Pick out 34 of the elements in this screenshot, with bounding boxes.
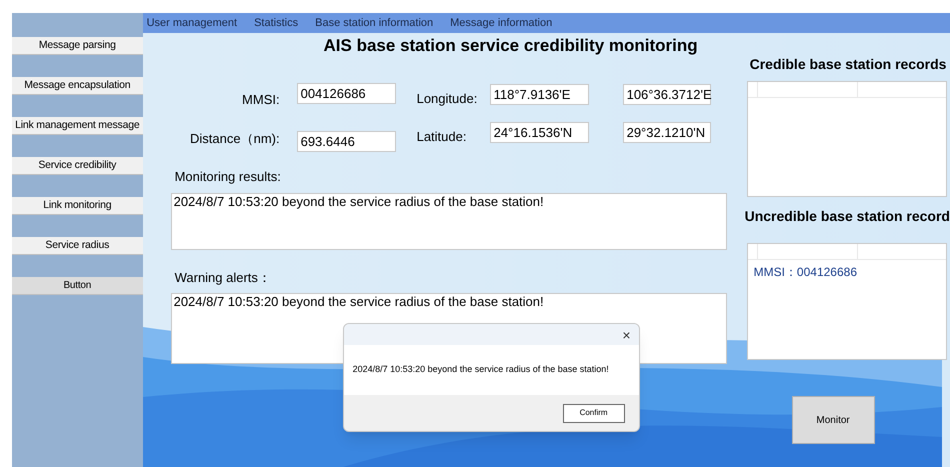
latitude-label: Latitude: — [416, 128, 468, 146]
confirm-button[interactable]: Confirm — [562, 404, 625, 422]
sidebar-button[interactable]: Button — [12, 277, 143, 295]
input-field[interactable]: 004126686 — [296, 83, 396, 104]
sidebar-button[interactable]: Message parsing — [12, 37, 143, 55]
monitoring-label: Monitoring results: — [174, 168, 282, 186]
uncredible-title: Uncredible base station record — [744, 207, 950, 226]
record-list[interactable]: MMSI：004126686 — [746, 243, 947, 360]
distance-label: Distance（nm): — [190, 130, 280, 148]
input-field[interactable]: 29°32.1210'N — [622, 122, 711, 143]
monitor-button[interactable]: Monitor — [792, 396, 875, 444]
monitoring-text-area[interactable]: 2024/8/7 10:53:20 beyond the service radius of the base station! — [170, 192, 727, 250]
list-item[interactable]: MMSI：004126686 — [748, 260, 946, 281]
input-field[interactable]: 24°16.1536'N — [490, 122, 589, 143]
input-field[interactable]: 106°36.3712'E — [622, 84, 711, 105]
menu-item[interactable]: Statistics — [254, 14, 298, 32]
menu-item[interactable]: Base station information — [315, 14, 434, 32]
sidebar-button[interactable]: Service credibility — [12, 157, 143, 175]
menu-item[interactable]: Message information — [450, 14, 552, 32]
sidebar-button[interactable]: Link monitoring — [12, 197, 143, 215]
mmsi-label: MMSI: — [242, 91, 280, 109]
dialog-message: 2024/8/7 10:53:20 beyond the service radius of the base station! — [352, 363, 609, 376]
sidebar-button[interactable]: Service radius — [12, 237, 143, 255]
input-field[interactable]: 693.6446 — [296, 131, 396, 152]
close-button[interactable]: × — [622, 328, 631, 342]
longitude-label: Longitude: — [416, 90, 478, 108]
sidebar-button[interactable]: Link management message — [12, 117, 143, 135]
menu-item[interactable]: User management — [146, 14, 238, 32]
credible-title: Credible base station records — [750, 55, 948, 74]
sidebar-button[interactable]: Message encapsulation — [12, 77, 143, 95]
record-list[interactable] — [746, 81, 947, 197]
input-field[interactable]: 118°7.9136'E — [490, 84, 589, 105]
page-title: AIS base station service credibility monitoring — [322, 35, 699, 56]
warning-label: Warning alerts： — [174, 268, 272, 287]
